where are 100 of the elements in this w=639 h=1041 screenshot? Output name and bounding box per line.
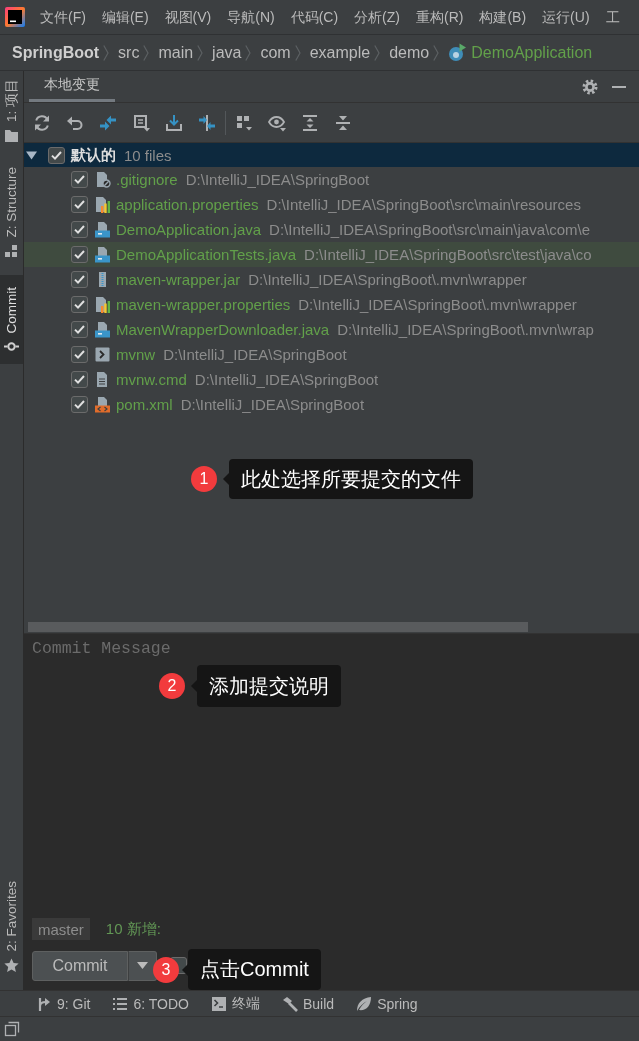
properties-file-icon [94,296,111,313]
file-name: mvnw.cmd [116,371,187,388]
checkbox[interactable] [48,146,65,164]
menu-item[interactable]: 分析(Z) [346,7,408,27]
breadcrumb-item[interactable]: DemoApplication [448,43,593,62]
dropdown-button[interactable] [128,950,157,981]
tool-window-button[interactable]: 9: Git [36,995,91,1012]
breadcrumb-item[interactable]: com [260,43,291,62]
file-name: mvnw [116,346,156,363]
checkbox[interactable] [71,371,88,388]
checkbox[interactable] [71,321,88,338]
breadcrumb-item[interactable]: SpringBoot [12,43,100,62]
branch-tag: master [32,918,90,940]
breadcrumb-item[interactable]: java [212,43,242,62]
eye-icon[interactable] [268,113,286,132]
panel-tab[interactable]: 本地变更 [29,71,115,102]
merge-icon[interactable] [198,113,216,132]
checkbox[interactable] [71,296,88,313]
file-path: D:\IntelliJ_IDEA\SpringBoot\src\main\resources [266,196,581,213]
tool-window-tab[interactable]: Z: Structure [0,159,23,267]
leaf-icon [356,995,373,1012]
file-path: D:\IntelliJ_IDEA\SpringBoot\src\main\java\com\e [269,221,591,238]
file-path: D:\IntelliJ_IDEA\SpringBoot\.mvn\wrapper [298,296,577,313]
branch-icon [36,995,52,1012]
structure-icon [4,243,19,259]
checkbox[interactable] [71,171,88,188]
java-file-icon [94,221,111,238]
callout-tooltip: 点击Commit [182,949,321,990]
breadcrumb-item[interactable]: demo [389,43,430,62]
tool-window-button[interactable]: 6: TODO [112,995,189,1012]
chevron-icon [374,44,381,61]
menu-item[interactable]: 构建(B) [471,7,535,27]
diff-arrows-icon[interactable] [99,113,117,132]
layout-icon[interactable] [4,1021,20,1037]
checkbox[interactable] [71,196,88,213]
menu-item[interactable]: 工 [597,7,628,27]
menu-item[interactable]: 文件(F) [32,7,94,27]
checkbox[interactable] [71,221,88,238]
file-path: D:\IntelliJ_IDEA\SpringBoot\.mvn\wrap [337,321,594,338]
file-path: D:\IntelliJ_IDEA\SpringBoot\src\test\java\co [304,246,592,263]
menu-item[interactable]: 编辑(E) [93,7,157,27]
checkbox[interactable] [71,396,88,413]
tool-window-button[interactable]: Spring [356,995,418,1012]
tool-window-button[interactable]: 终端 [211,994,260,1013]
chevron-icon [294,44,301,61]
chevron-icon [197,44,204,61]
changelist-row[interactable]: 默认的 10 files [24,143,639,167]
group-by-icon[interactable] [235,113,253,132]
menu-item[interactable]: 运行(U) [534,7,598,27]
breadcrumb-item[interactable]: example [309,43,371,62]
hammer-icon [282,995,298,1012]
menu-item[interactable]: 代码(C) [282,7,347,27]
terminal-file-icon [94,346,111,363]
chevron-icon [143,44,150,61]
checkbox[interactable] [71,346,88,363]
class-icon [448,43,468,62]
file-name: DemoApplication.java [116,221,262,238]
shelve-icon[interactable] [132,113,150,132]
tool-window-tab[interactable]: Commit [0,274,23,365]
file-name: maven-wrapper.properties [116,296,291,313]
checkbox[interactable] [71,246,88,263]
menu-item[interactable]: 导航(N) [219,7,283,27]
caret-icon[interactable] [26,149,37,161]
tool-window-tab[interactable]: 1: 项目 [0,71,23,151]
file-path: D:\IntelliJ_IDEA\SpringBoot [163,346,347,363]
ignore-file-icon [94,171,111,188]
app-logo-icon [5,7,25,27]
properties-file-icon [94,196,111,213]
file-name: maven-wrapper.jar [116,271,241,288]
settings-icon[interactable] [582,78,598,95]
file-name: .gitignore [116,171,178,188]
folder-icon [4,128,19,143]
hovered-row[interactable]: DemoApplicationTests.java D:\IntelliJ_IDEA\SpringBoot\src\test\java\co [24,242,639,267]
chevron-icon [245,44,252,61]
step-number-badge: 1 [191,466,217,492]
menu-item[interactable]: 视图(V) [156,7,220,27]
changelist-name: 默认的 [71,145,116,165]
file-path: D:\IntelliJ_IDEA\SpringBoot [185,171,370,188]
horizontal-scrollbar[interactable] [28,622,528,632]
menu-item[interactable]: 重构(R) [408,7,472,27]
commit-button[interactable]: Commit [32,950,128,981]
callout-tooltip: 添加提交说明 [191,665,341,707]
checkbox[interactable] [71,271,88,288]
star-icon [4,958,19,973]
list-icon [112,995,129,1012]
xml-file-icon [94,396,111,413]
file-name: application.properties [116,196,259,213]
file-path: D:\IntelliJ_IDEA\SpringBoot [180,396,365,413]
terminal-icon [211,995,227,1012]
refresh-icon[interactable] [33,113,51,132]
file-name: pom.xml [116,396,173,413]
tool-window-button[interactable]: Build [282,995,335,1012]
tool-window-tab[interactable]: 2: Favorites [0,873,23,981]
breadcrumb-item[interactable]: main [158,43,194,62]
expand-all-icon[interactable] [301,113,319,132]
collapse-all-icon[interactable] [334,113,352,132]
chevron-icon [433,44,440,61]
download-icon[interactable] [165,113,183,132]
breadcrumb-item[interactable]: src [118,43,140,62]
file-path: D:\IntelliJ_IDEA\SpringBoot\.mvn\wrapper [248,271,527,288]
